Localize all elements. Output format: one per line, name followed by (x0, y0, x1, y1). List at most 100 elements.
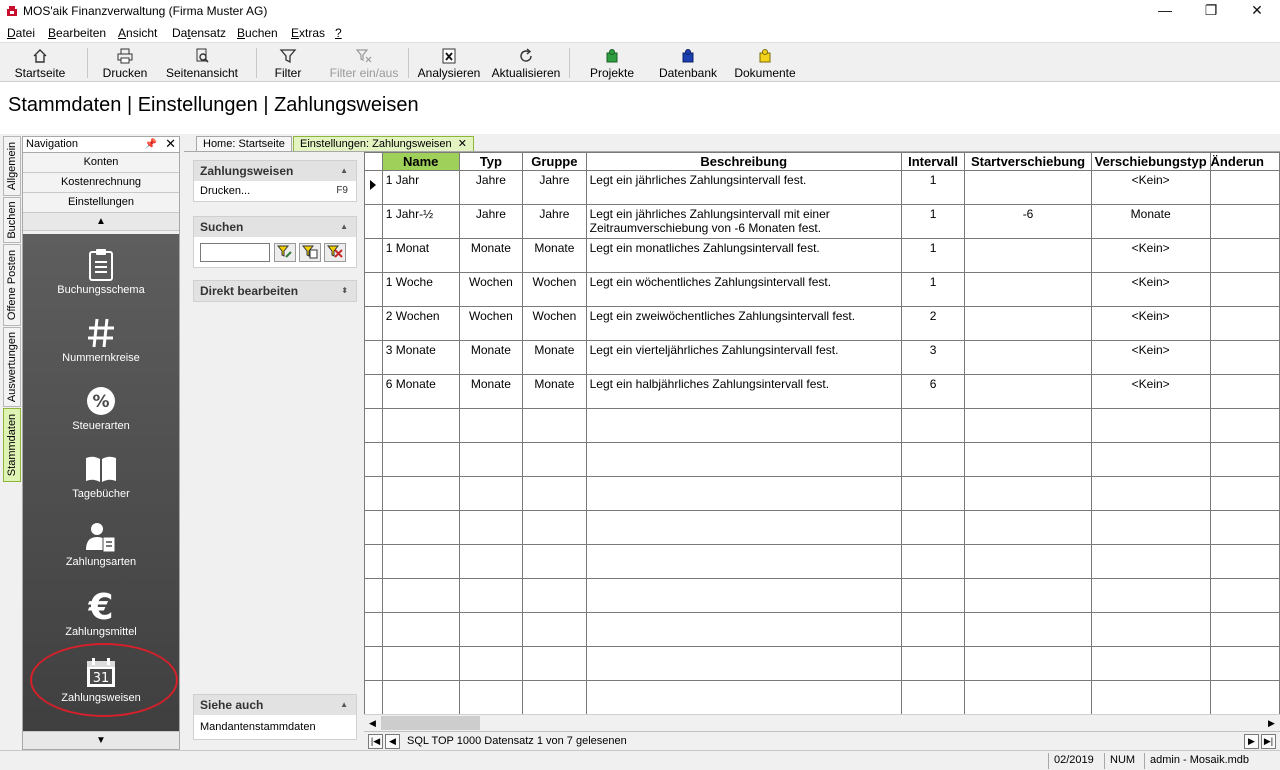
cell-gruppe[interactable]: Jahre (522, 204, 587, 239)
search-clear-filter-button[interactable] (324, 243, 346, 262)
cell-beschreibung[interactable]: Legt ein vierteljährliches Zahlungsinter… (585, 340, 902, 375)
table-row[interactable]: 1 Jahr Jahre Jahre Legt ein jährliches Zahl… (364, 170, 1280, 205)
side-tab-allgemein[interactable]: Allgemein (3, 136, 21, 196)
dokumente-button[interactable]: Dokumente (732, 45, 798, 81)
cell-typ[interactable]: Wochen (458, 272, 524, 307)
cell-aenderung[interactable] (1209, 680, 1280, 714)
collapse-icon[interactable]: ▲ (340, 695, 348, 715)
close-button[interactable]: ✕ (1234, 0, 1280, 22)
cell-start[interactable] (964, 544, 1092, 579)
table-empty-row[interactable] (364, 646, 1280, 681)
menu-datensatz[interactable]: Datensatz (172, 26, 226, 40)
cell-start[interactable] (964, 578, 1092, 613)
cell-aenderung[interactable] (1209, 442, 1280, 477)
cell-typ[interactable] (458, 612, 524, 647)
cell-vtyp[interactable] (1090, 442, 1211, 477)
cell-typ[interactable]: Monate (458, 238, 524, 273)
cell-typ[interactable] (458, 476, 524, 511)
cell-aenderung[interactable] (1209, 306, 1280, 341)
cell-vtyp[interactable] (1090, 408, 1211, 443)
cell-typ[interactable] (458, 544, 524, 579)
table-row[interactable]: 1 Monat Monate Monate Legt ein monatliches … (364, 238, 1280, 273)
cell-aenderung[interactable] (1209, 204, 1280, 239)
scroll-right-icon[interactable]: ▶ (1263, 715, 1280, 731)
column-header-aenderung[interactable]: Änderun (1209, 152, 1280, 171)
nav-item-buchungsschema[interactable]: Buchungsschema (23, 242, 179, 310)
cell-intervall[interactable]: 3 (900, 340, 966, 375)
cell-start[interactable] (964, 476, 1092, 511)
cell-intervall[interactable]: 1 (900, 170, 966, 205)
cell-intervall[interactable]: 1 (900, 272, 966, 307)
task-box-header[interactable]: Zahlungsweisen ▲ (194, 161, 356, 181)
cell-typ[interactable] (458, 442, 524, 477)
table-empty-row[interactable] (364, 442, 1280, 477)
cell-aenderung[interactable] (1209, 340, 1280, 375)
nav-section-kostenrechnung[interactable]: Kostenrechnung (23, 173, 179, 193)
row-selector[interactable] (364, 374, 383, 409)
cell-typ[interactable] (458, 578, 524, 613)
cell-beschreibung[interactable] (585, 408, 902, 443)
menu-help[interactable]: ? (335, 26, 342, 40)
cell-start[interactable] (964, 680, 1092, 714)
table-row[interactable]: 6 Monate Monate Monate Legt ein halbjährlic… (364, 374, 1280, 409)
cell-gruppe[interactable] (522, 408, 587, 443)
cell-start[interactable] (964, 272, 1092, 307)
column-header-name[interactable]: Name (381, 152, 460, 171)
column-header-intervall[interactable]: Intervall (900, 152, 966, 171)
side-tab-stammdaten[interactable]: Stammdaten (3, 408, 21, 482)
tab-home-startseite[interactable]: Home: Startseite (196, 136, 292, 152)
row-selector[interactable] (364, 612, 383, 647)
startseite-button[interactable]: Startseite (8, 45, 72, 81)
search-filter-button[interactable] (274, 243, 296, 262)
column-header-startverschiebung[interactable]: Startverschiebung (964, 152, 1092, 171)
nav-section-einstellungen[interactable]: Einstellungen (23, 193, 179, 213)
cell-name[interactable] (381, 408, 460, 443)
scrollbar-thumb[interactable] (381, 716, 480, 730)
cell-name[interactable] (381, 680, 460, 714)
row-selector[interactable] (364, 544, 383, 579)
cell-vtyp[interactable]: <Kein> (1090, 340, 1211, 375)
cell-typ[interactable]: Wochen (458, 306, 524, 341)
cell-name[interactable] (381, 612, 460, 647)
scroll-up-icon[interactable]: ▲ (23, 213, 179, 231)
expand-icon[interactable]: ⬍ (341, 281, 348, 301)
cell-intervall[interactable] (900, 408, 966, 443)
cell-gruppe[interactable]: Monate (522, 340, 587, 375)
maximize-button[interactable]: ❐ (1188, 0, 1234, 22)
cell-gruppe[interactable] (522, 680, 587, 714)
cell-intervall[interactable]: 2 (900, 306, 966, 341)
last-record-button[interactable]: ▶| (1261, 734, 1276, 749)
collapse-icon[interactable]: ▲ (340, 161, 348, 181)
cell-gruppe[interactable] (522, 442, 587, 477)
row-selector[interactable] (364, 442, 383, 477)
filter-button[interactable]: Filter (268, 45, 308, 81)
column-header-verschiebungstyp[interactable]: Verschiebungstyp (1090, 152, 1211, 171)
cell-gruppe[interactable] (522, 578, 587, 613)
cell-aenderung[interactable] (1209, 476, 1280, 511)
row-selector[interactable] (364, 204, 383, 239)
cell-gruppe[interactable] (522, 646, 587, 681)
cell-start[interactable] (964, 306, 1092, 341)
cell-typ[interactable]: Jahre (458, 170, 524, 205)
cell-aenderung[interactable] (1209, 170, 1280, 205)
table-row[interactable]: 3 Monate Monate Monate Legt ein vierteljähr… (364, 340, 1280, 375)
cell-intervall[interactable] (900, 680, 966, 714)
cell-typ[interactable]: Monate (458, 340, 524, 375)
cell-beschreibung[interactable] (585, 680, 902, 714)
cell-beschreibung[interactable] (585, 476, 902, 511)
row-selector[interactable] (364, 680, 383, 714)
cell-beschreibung[interactable]: Legt ein jährliches Zahlungsintervall fe… (585, 170, 902, 205)
cell-vtyp[interactable]: <Kein> (1090, 238, 1211, 273)
cell-gruppe[interactable]: Monate (522, 374, 587, 409)
cell-intervall[interactable]: 1 (900, 238, 966, 273)
cell-start[interactable] (964, 238, 1092, 273)
cell-beschreibung[interactable]: Legt ein monatliches Zahlungsintervall f… (585, 238, 902, 273)
analysieren-button[interactable]: Analysieren (416, 45, 482, 81)
cell-vtyp[interactable] (1090, 510, 1211, 545)
cell-vtyp[interactable]: Monate (1090, 204, 1211, 239)
aktualisieren-button[interactable]: Aktualisieren (490, 45, 562, 81)
cell-beschreibung[interactable] (585, 510, 902, 545)
task-box-header[interactable]: Suchen ▲ (194, 217, 356, 237)
nav-section-konten[interactable]: Konten (23, 153, 179, 173)
cell-vtyp[interactable]: <Kein> (1090, 374, 1211, 409)
